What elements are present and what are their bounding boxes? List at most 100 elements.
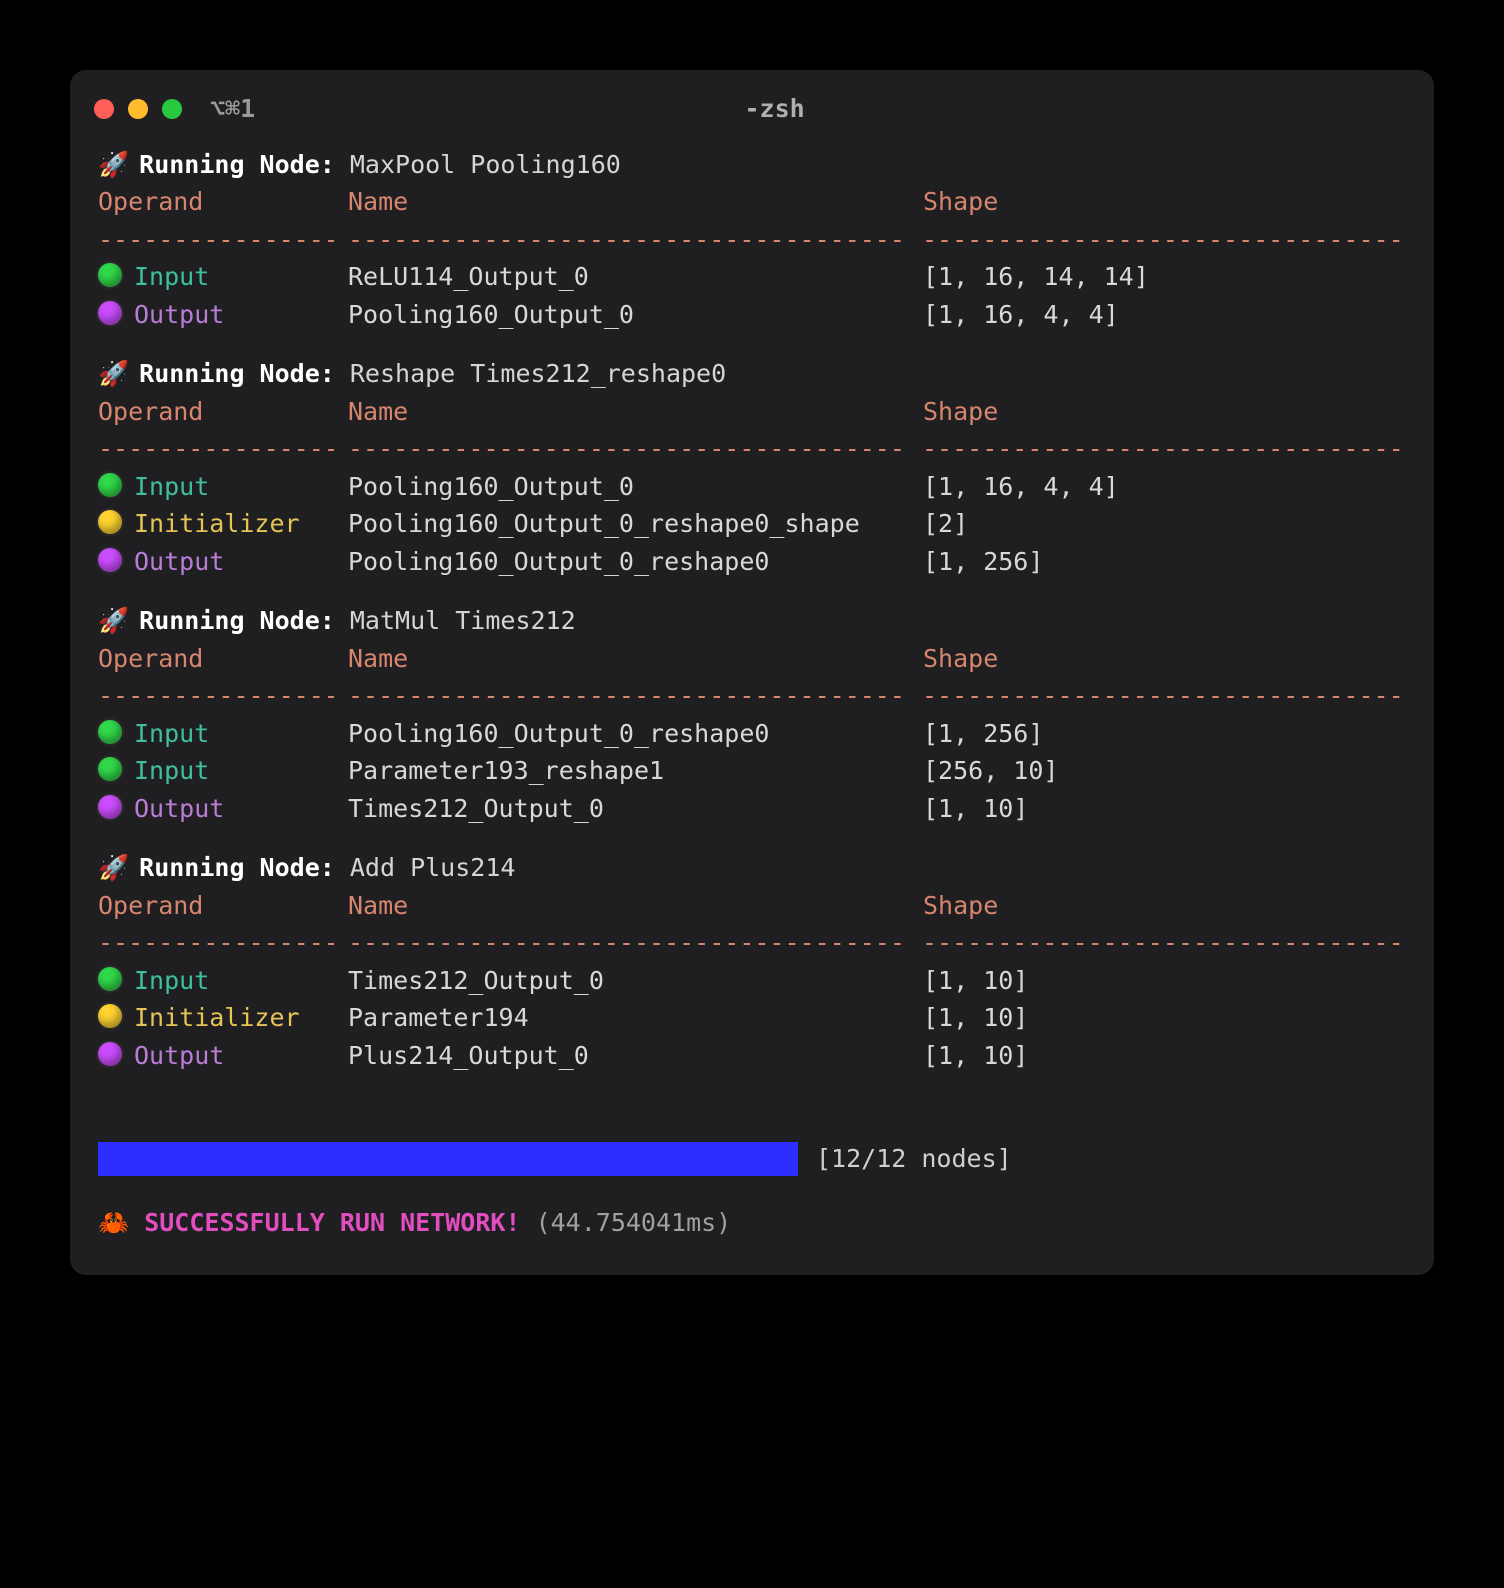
header-operand: Operand: [98, 393, 348, 431]
divider: ----------------------------------------…: [98, 221, 1406, 259]
operand-row: Input Parameter193_reshape1[256, 10]: [98, 752, 1406, 790]
operand-row: Initializer Pooling160_Output_0_reshape0_…: [98, 505, 1406, 543]
operand-row: OutputPlus214_Output_0[1, 10]: [98, 1037, 1406, 1075]
header-shape: Shape: [923, 393, 1406, 431]
purple-dot-icon: [98, 795, 122, 819]
operand-shape: [1, 16, 4, 4]: [923, 296, 1406, 334]
operand-shape: [1, 10]: [923, 962, 1406, 1000]
operand-kind: Input: [134, 258, 209, 296]
operand-name: Pooling160_Output_0_reshape0_shape: [348, 505, 923, 543]
running-node-line: Running Node: Add Plus214: [98, 849, 1406, 887]
divider: ----------------------------------------…: [98, 430, 1406, 468]
operand-cell: Input: [98, 258, 348, 296]
operand-name: Times212_Output_0: [348, 962, 923, 1000]
operand-name: Pooling160_Output_0_reshape0: [348, 715, 923, 753]
operand-cell: Input: [98, 752, 348, 790]
operand-kind: Input: [134, 752, 209, 790]
column-headers: OperandNameShape: [98, 183, 1406, 221]
node-title: MaxPool Pooling160: [350, 150, 621, 179]
operand-name: Plus214_Output_0: [348, 1037, 923, 1075]
column-headers: OperandNameShape: [98, 640, 1406, 678]
operand-shape: [1, 256]: [923, 543, 1406, 581]
success-line: 🦀 SUCCESSFULLY RUN NETWORK! (44.754041ms…: [70, 1186, 1434, 1242]
operand-name: Parameter194: [348, 999, 923, 1037]
crab-icon: 🦀: [98, 1208, 129, 1237]
node-title: Add Plus214: [350, 853, 516, 882]
running-node-line: Running Node: MatMul Times212: [98, 602, 1406, 640]
operand-cell: Output: [98, 1037, 348, 1075]
header-operand: Operand: [98, 887, 348, 925]
operand-kind: Input: [134, 715, 209, 753]
purple-dot-icon: [98, 301, 122, 325]
operand-name: Pooling160_Output_0: [348, 296, 923, 334]
operand-shape: [1, 10]: [923, 999, 1406, 1037]
rocket-icon: [98, 853, 139, 882]
operand-row: Initializer Parameter194[1, 10]: [98, 999, 1406, 1037]
operand-row: OutputTimes212_Output_0[1, 10]: [98, 790, 1406, 828]
operand-cell: Output: [98, 790, 348, 828]
running-node-line: Running Node: Reshape Times212_reshape0: [98, 355, 1406, 393]
terminal-output[interactable]: Running Node: MaxPool Pooling160OperandN…: [70, 142, 1434, 1107]
header-operand: Operand: [98, 640, 348, 678]
operand-kind: Input: [134, 962, 209, 1000]
operand-cell: Input: [98, 715, 348, 753]
rocket-icon: [98, 150, 139, 179]
green-dot-icon: [98, 720, 122, 744]
titlebar: ⌥⌘1 -zsh: [70, 70, 1434, 142]
operand-cell: Output: [98, 296, 348, 334]
operand-kind: Output: [134, 790, 224, 828]
node-block: Running Node: MatMul Times212OperandName…: [98, 602, 1406, 827]
operand-cell: Output: [98, 543, 348, 581]
operand-row: Output Pooling160_Output_0[1, 16, 4, 4]: [98, 296, 1406, 334]
running-label: Running Node:: [139, 853, 335, 882]
operand-row: Input Times212_Output_0[1, 10]: [98, 962, 1406, 1000]
operand-cell: Input: [98, 962, 348, 1000]
header-operand: Operand: [98, 183, 348, 221]
running-label: Running Node:: [139, 359, 335, 388]
node-title: MatMul Times212: [350, 606, 576, 635]
progress-row: [12/12 nodes]: [70, 1106, 1434, 1186]
progress-label: [12/12 nodes]: [816, 1140, 1012, 1178]
operand-row: Input ReLU114_Output_0[1, 16, 14, 14]: [98, 258, 1406, 296]
header-shape: Shape: [923, 183, 1406, 221]
operand-name: ReLU114_Output_0: [348, 258, 923, 296]
node-block: Running Node: MaxPool Pooling160OperandN…: [98, 146, 1406, 334]
operand-name: Times212_Output_0: [348, 790, 923, 828]
header-shape: Shape: [923, 887, 1406, 925]
window-title: -zsh: [139, 90, 1410, 128]
operand-cell: Input: [98, 468, 348, 506]
operand-shape: [2]: [923, 505, 1406, 543]
operand-kind: Output: [134, 1037, 224, 1075]
operand-kind: Initializer: [134, 505, 300, 543]
terminal-window: ⌥⌘1 -zsh Running Node: MaxPool Pooling16…: [70, 70, 1434, 1275]
operand-shape: [1, 16, 4, 4]: [923, 468, 1406, 506]
close-icon[interactable]: [94, 99, 114, 119]
progress-bar: [98, 1142, 798, 1176]
header-name: Name: [348, 640, 923, 678]
header-name: Name: [348, 887, 923, 925]
operand-name: Pooling160_Output_0: [348, 468, 923, 506]
operand-shape: [256, 10]: [923, 752, 1406, 790]
yellow-dot-icon: [98, 1004, 122, 1028]
operand-kind: Output: [134, 543, 224, 581]
green-dot-icon: [98, 473, 122, 497]
operand-cell: Initializer: [98, 999, 348, 1037]
column-headers: OperandNameShape: [98, 393, 1406, 431]
running-label: Running Node:: [139, 606, 335, 635]
green-dot-icon: [98, 757, 122, 781]
divider: ----------------------------------------…: [98, 924, 1406, 962]
header-shape: Shape: [923, 640, 1406, 678]
operand-name: Parameter193_reshape1: [348, 752, 923, 790]
operand-kind: Output: [134, 296, 224, 334]
rocket-icon: [98, 359, 139, 388]
running-node-line: Running Node: MaxPool Pooling160: [98, 146, 1406, 184]
operand-shape: [1, 16, 14, 14]: [923, 258, 1406, 296]
operand-row: Output Pooling160_Output_0_reshape0[1, 25…: [98, 543, 1406, 581]
header-name: Name: [348, 183, 923, 221]
operand-kind: Initializer: [134, 999, 300, 1037]
node-title: Reshape Times212_reshape0: [350, 359, 726, 388]
running-label: Running Node:: [139, 150, 335, 179]
operand-name: Pooling160_Output_0_reshape0: [348, 543, 923, 581]
operand-row: InputPooling160_Output_0[1, 16, 4, 4]: [98, 468, 1406, 506]
green-dot-icon: [98, 967, 122, 991]
